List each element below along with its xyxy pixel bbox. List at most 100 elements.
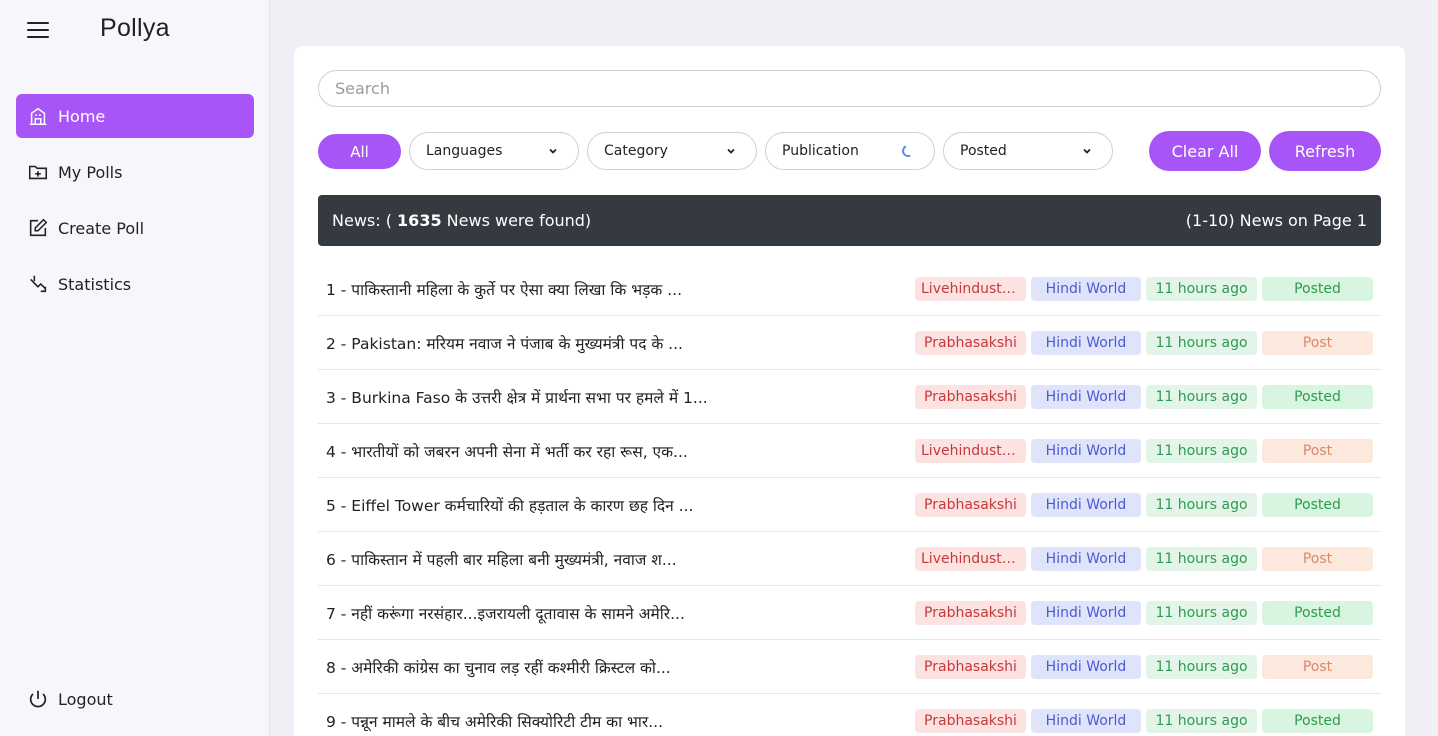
edit-icon: [26, 216, 50, 240]
refresh-button[interactable]: Refresh: [1269, 131, 1381, 171]
news-title[interactable]: 2 - Pakistan: मरियम नवाज ने पंजाब के मुख…: [326, 332, 751, 354]
news-badges: Prabhasakshi Hindi World 11 hours ago Post: [915, 330, 1373, 355]
news-title[interactable]: 7 - नहीं करूंगा नरसंहार...इजरायली दूतावा…: [326, 602, 751, 624]
dropdown-label: Publication: [782, 143, 859, 159]
status-badge[interactable]: Posted: [1262, 384, 1373, 409]
news-title[interactable]: 1 - पाकिस्तानी महिला के कुर्ते पर ऐसा क्…: [326, 278, 751, 300]
dropdown-label: Posted: [960, 143, 1007, 159]
time-badge: 11 hours ago: [1146, 654, 1257, 679]
status-badge[interactable]: Posted: [1262, 600, 1373, 625]
results-count: 1635: [397, 211, 442, 230]
sidebar-item-statistics[interactable]: Statistics: [16, 262, 254, 306]
news-card: All Languages Category Publication Poste…: [294, 46, 1405, 736]
publication-badge: Prabhasakshi: [915, 600, 1026, 625]
logout-label: Logout: [58, 689, 113, 709]
posted-dropdown[interactable]: Posted: [943, 132, 1113, 170]
status-badge[interactable]: Post: [1262, 438, 1373, 463]
publication-badge: Livehindusta...: [915, 546, 1026, 571]
news-badges: Prabhasakshi Hindi World 11 hours ago Post: [915, 654, 1373, 679]
news-row[interactable]: 4 - भारतीयों को जबरन अपनी सेना में भर्ती…: [318, 424, 1381, 478]
time-badge: 11 hours ago: [1146, 438, 1257, 463]
sidebar-item-home[interactable]: Home: [16, 94, 254, 138]
search-input[interactable]: [318, 70, 1381, 107]
time-badge: 11 hours ago: [1146, 492, 1257, 517]
news-badges: Livehindusta... Hindi World 11 hours ago Po…: [915, 438, 1373, 463]
news-badges: Prabhasakshi Hindi World 11 hours ago Poste…: [915, 384, 1373, 409]
status-badge[interactable]: Post: [1262, 654, 1373, 679]
sidebar-item-label: Statistics: [58, 274, 132, 294]
publication-badge: Prabhasakshi: [915, 330, 1026, 355]
sidebar-item-create-poll[interactable]: Create Poll: [16, 206, 254, 250]
news-list: 1 - पाकिस्तानी महिला के कुर्ते पर ऐसा क्…: [318, 262, 1381, 736]
category-badge: Hindi World: [1031, 708, 1141, 733]
news-badges: Livehindusta... Hindi World 11 hours ago Po…: [915, 546, 1373, 571]
news-title[interactable]: 9 - पन्नून मामले के बीच अमेरिकी सिक्योरि…: [326, 710, 751, 732]
category-badge: Hindi World: [1031, 600, 1141, 625]
status-badge[interactable]: Posted: [1262, 492, 1373, 517]
chevron-down-icon: [727, 148, 735, 154]
publication-badge: Prabhasakshi: [915, 654, 1026, 679]
news-badges: Prabhasakshi Hindi World 11 hours ago Poste…: [915, 708, 1373, 733]
news-title[interactable]: 3 - Burkina Faso के उत्तरी क्षेत्र में प…: [326, 386, 751, 408]
news-badges: Prabhasakshi Hindi World 11 hours ago Poste…: [915, 600, 1373, 625]
news-badges: Prabhasakshi Hindi World 11 hours ago Poste…: [915, 492, 1373, 517]
time-badge: 11 hours ago: [1146, 330, 1257, 355]
category-badge: Hindi World: [1031, 492, 1141, 517]
results-banner: News: ( 1635 News were found) (1-10) New…: [318, 195, 1381, 246]
publication-badge: Livehindusta...: [915, 438, 1026, 463]
news-row[interactable]: 8 - अमेरिकी कांग्रेस का चुनाव लड़ रहीं क…: [318, 640, 1381, 694]
power-icon: [26, 687, 50, 711]
publication-badge: Prabhasakshi: [915, 492, 1026, 517]
category-badge: Hindi World: [1031, 384, 1141, 409]
statistics-icon: [26, 272, 50, 296]
time-badge: 11 hours ago: [1146, 276, 1257, 301]
dropdown-label: Category: [604, 143, 668, 159]
app-brand: Pollya: [100, 14, 170, 42]
status-badge[interactable]: Post: [1262, 330, 1373, 355]
news-title[interactable]: 4 - भारतीयों को जबरन अपनी सेना में भर्ती…: [326, 440, 751, 462]
category-dropdown[interactable]: Category: [587, 132, 757, 170]
menu-icon[interactable]: [27, 22, 49, 38]
sidebar: Pollya Home My Polls Create Poll Statist…: [0, 0, 270, 736]
sidebar-item-label: Create Poll: [58, 218, 145, 238]
sidebar-item-my-polls[interactable]: My Polls: [16, 150, 254, 194]
all-filter-button[interactable]: All: [318, 134, 401, 169]
status-badge[interactable]: Posted: [1262, 708, 1373, 733]
results-count-text: News: ( 1635 News were found): [332, 211, 592, 230]
page-info: (1-10) News on Page 1: [1185, 211, 1367, 230]
languages-dropdown[interactable]: Languages: [409, 132, 579, 170]
news-title[interactable]: 6 - पाकिस्तान में पहली बार महिला बनी मुख…: [326, 548, 751, 570]
sidebar-item-label: Home: [58, 106, 106, 126]
folder-plus-icon: [26, 160, 50, 184]
news-row[interactable]: 3 - Burkina Faso के उत्तरी क्षेत्र में प…: [318, 370, 1381, 424]
chevron-down-icon: [549, 148, 557, 154]
time-badge: 11 hours ago: [1146, 384, 1257, 409]
chevron-down-icon: [1083, 148, 1091, 154]
news-row[interactable]: 2 - Pakistan: मरियम नवाज ने पंजाब के मुख…: [318, 316, 1381, 370]
news-row[interactable]: 9 - पन्नून मामले के बीच अमेरिकी सिक्योरि…: [318, 694, 1381, 736]
news-title[interactable]: 5 - Eiffel Tower कर्मचारियों की हड़ताल क…: [326, 494, 751, 516]
publication-dropdown[interactable]: Publication: [765, 132, 935, 170]
category-badge: Hindi World: [1031, 276, 1141, 301]
category-badge: Hindi World: [1031, 654, 1141, 679]
news-badges: Livehindusta... Hindi World 11 hours ago Po…: [915, 276, 1373, 301]
dropdown-label: Languages: [426, 143, 503, 159]
category-badge: Hindi World: [1031, 546, 1141, 571]
time-badge: 11 hours ago: [1146, 708, 1257, 733]
category-badge: Hindi World: [1031, 438, 1141, 463]
logout-button[interactable]: Logout: [16, 677, 254, 721]
news-title[interactable]: 8 - अमेरिकी कांग्रेस का चुनाव लड़ रहीं क…: [326, 656, 751, 678]
time-badge: 11 hours ago: [1146, 546, 1257, 571]
clear-all-button[interactable]: Clear All: [1149, 131, 1261, 171]
loading-spinner-icon: [900, 143, 916, 159]
news-row[interactable]: 7 - नहीं करूंगा नरसंहार...इजरायली दूतावा…: [318, 586, 1381, 640]
news-row[interactable]: 6 - पाकिस्तान में पहली बार महिला बनी मुख…: [318, 532, 1381, 586]
news-row[interactable]: 5 - Eiffel Tower कर्मचारियों की हड़ताल क…: [318, 478, 1381, 532]
status-badge[interactable]: Post: [1262, 546, 1373, 571]
home-icon: [26, 104, 50, 128]
status-badge[interactable]: Posted: [1262, 276, 1373, 301]
publication-badge: Prabhasakshi: [915, 384, 1026, 409]
publication-badge: Livehindusta...: [915, 276, 1026, 301]
time-badge: 11 hours ago: [1146, 600, 1257, 625]
news-row[interactable]: 1 - पाकिस्तानी महिला के कुर्ते पर ऐसा क्…: [318, 262, 1381, 316]
